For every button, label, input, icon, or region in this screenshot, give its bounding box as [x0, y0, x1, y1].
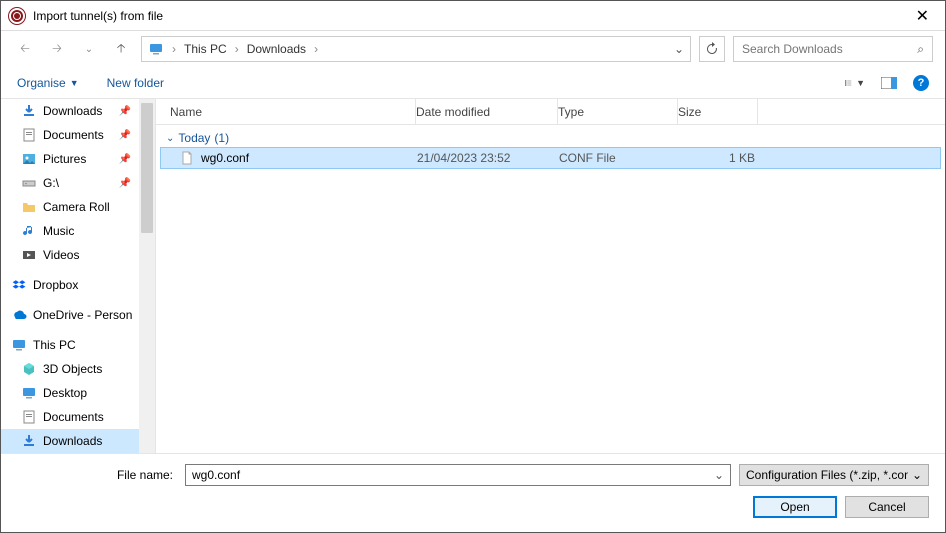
up-button[interactable]: 🡡: [109, 37, 133, 61]
pin-icon: 📌: [119, 130, 131, 141]
window-title: Import tunnel(s) from file: [33, 9, 908, 23]
filter-combo[interactable]: Configuration Files (*.zip, *.con ⌄: [739, 464, 929, 486]
header-date[interactable]: Date modified: [416, 99, 558, 124]
chevron-down-icon: ⌄: [912, 468, 922, 482]
app-icon: [9, 8, 25, 24]
header-name[interactable]: Name: [156, 99, 416, 124]
tree-camera[interactable]: Camera Roll: [1, 195, 155, 219]
tree-dropbox[interactable]: Dropbox: [1, 273, 155, 297]
refresh-button[interactable]: [699, 36, 725, 62]
file-date: 21/04/2023 23:52: [417, 151, 559, 165]
drive-icon: [21, 175, 37, 191]
dropbox-icon: [11, 277, 27, 293]
tree-videos[interactable]: Videos: [1, 243, 155, 267]
filename-input[interactable]: [192, 468, 714, 482]
search-input[interactable]: [742, 42, 911, 56]
organise-menu[interactable]: Organise▼: [17, 76, 79, 90]
header-size[interactable]: Size: [678, 99, 758, 124]
pin-icon: 📌: [119, 178, 131, 189]
tree-3dobjects[interactable]: 3D Objects: [1, 357, 155, 381]
preview-pane-button[interactable]: [879, 75, 899, 91]
recent-dropdown[interactable]: ⌄: [77, 37, 101, 61]
address-bar[interactable]: › This PC › Downloads › ⌄: [141, 36, 691, 62]
tree-scrollbar[interactable]: [139, 99, 155, 453]
search-icon: ⌕: [917, 42, 924, 57]
music-icon: [21, 223, 37, 239]
tree-onedrive[interactable]: OneDrive - Person: [1, 303, 155, 327]
tree-desktop[interactable]: Desktop: [1, 381, 155, 405]
forward-button[interactable]: 🡢: [45, 37, 69, 61]
file-icon: [179, 150, 195, 166]
desktop-icon: [21, 385, 37, 401]
file-name: wg0.conf: [201, 151, 249, 165]
chevron-icon: ›: [235, 42, 239, 56]
document-icon: [21, 409, 37, 425]
breadcrumb-downloads[interactable]: Downloads: [247, 42, 306, 56]
tree-downloads[interactable]: Downloads📌: [1, 99, 155, 123]
chevron-icon: ›: [314, 42, 318, 56]
group-today[interactable]: ⌄ Today (1): [156, 125, 945, 147]
tree-documents[interactable]: Documents📌: [1, 123, 155, 147]
filename-dropdown[interactable]: ⌄: [714, 468, 724, 482]
download-icon: [21, 433, 37, 449]
filename-combo[interactable]: ⌄: [185, 464, 731, 486]
videos-icon: [21, 247, 37, 263]
tree-thispc[interactable]: This PC: [1, 333, 155, 357]
tree-music[interactable]: Music: [1, 219, 155, 243]
open-button[interactable]: Open: [753, 496, 837, 518]
new-folder-button[interactable]: New folder: [107, 76, 164, 90]
tree-downloads2[interactable]: Downloads: [1, 429, 155, 453]
chevron-icon: ›: [172, 42, 176, 56]
filename-label: File name:: [17, 468, 177, 482]
view-options[interactable]: ▼: [845, 75, 865, 91]
tree-gdrive[interactable]: G:\📌: [1, 171, 155, 195]
address-dropdown[interactable]: ⌄: [674, 42, 684, 56]
help-button[interactable]: ?: [913, 75, 929, 91]
file-row[interactable]: wg0.conf 21/04/2023 23:52 CONF File 1 KB: [160, 147, 941, 169]
cancel-button[interactable]: Cancel: [845, 496, 929, 518]
close-button[interactable]: ✕: [908, 2, 937, 30]
pictures-icon: [21, 151, 37, 167]
file-type: CONF File: [559, 151, 679, 165]
pc-icon: [11, 337, 27, 353]
tree-documents2[interactable]: Documents: [1, 405, 155, 429]
tree-pictures[interactable]: Pictures📌: [1, 147, 155, 171]
3d-icon: [21, 361, 37, 377]
file-size: 1 KB: [679, 151, 755, 165]
search-box[interactable]: ⌕: [733, 36, 933, 62]
pin-icon: 📌: [119, 154, 131, 165]
document-icon: [21, 127, 37, 143]
pin-icon: 📌: [119, 106, 131, 117]
pc-icon: [148, 41, 164, 57]
back-button[interactable]: 🡠: [13, 37, 37, 61]
breadcrumb-thispc[interactable]: This PC: [184, 42, 227, 56]
header-type[interactable]: Type: [558, 99, 678, 124]
column-headers[interactable]: Name Date modified Type Size: [156, 99, 945, 125]
chevron-down-icon: ⌄: [166, 133, 174, 144]
nav-tree[interactable]: Downloads📌 Documents📌 Pictures📌 G:\📌 Cam…: [1, 99, 156, 453]
download-icon: [21, 103, 37, 119]
onedrive-icon: [11, 307, 27, 323]
folder-icon: [21, 199, 37, 215]
